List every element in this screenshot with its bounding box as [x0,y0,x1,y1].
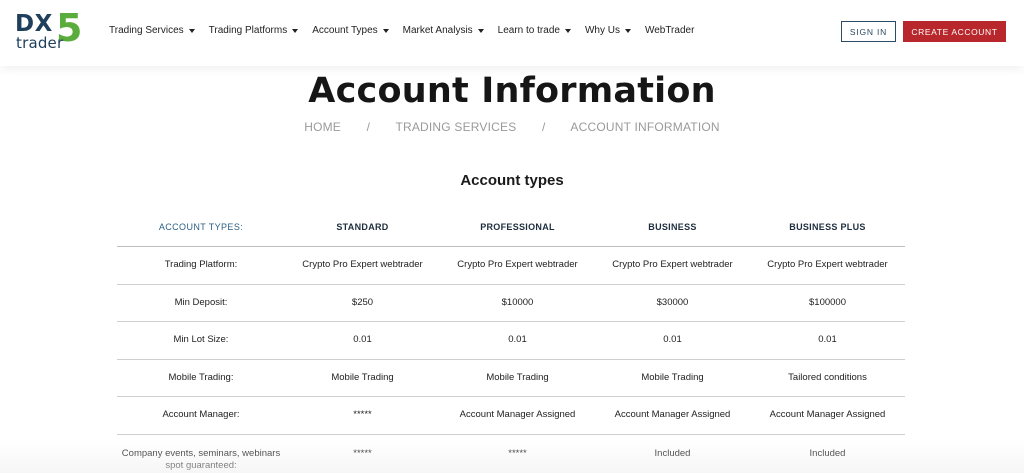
nav-trading-services[interactable]: Trading Services [109,25,195,36]
table-cell: Mobile Trading [641,371,704,383]
caret-down-icon [477,29,484,33]
row-label: Mobile Trading: [168,371,234,383]
breadcrumb-home[interactable]: HOME [304,120,341,134]
table-cell: ***** [353,447,372,459]
table-row: Min Lot Size: 0.01 0.01 0.01 0.01 [117,322,905,360]
nav-label: Learn to trade [497,25,560,36]
nav-label: Trading Services [109,25,184,36]
breadcrumb-separator: / [366,120,371,134]
logo-dx: DX [15,11,53,37]
create-account-button[interactable]: CREATE ACCOUNT [903,21,1006,42]
table-row: Account Manager: ***** Account Manager A… [117,397,905,435]
table-header-row: ACCOUNT TYPES: STANDARD PROFESSIONAL BUS… [117,207,905,247]
header-standard: STANDARD [336,221,389,232]
table-cell: $30000 [656,296,689,308]
nav-account-types[interactable]: Account Types [312,25,389,36]
header-business-plus: BUSINESS PLUS [789,221,866,232]
page-title: Account Information [308,71,716,111]
table-cell: $10000 [501,296,534,308]
section-title: Account types [460,172,564,189]
caret-down-icon [382,29,389,33]
site-header: DX 5 trader Trading Services Trading Pla… [0,0,1024,66]
nav-market-analysis[interactable]: Market Analysis [403,25,484,36]
table-cell: Included [654,447,691,459]
table-cell: Crypto Pro Expert webtrader [302,259,423,271]
table-row: Company events, seminars, webinars spot … [117,435,905,473]
dx5-trader-logo[interactable]: DX 5 trader [15,8,82,52]
nav-webtrader[interactable]: WebTrader [645,25,694,36]
account-types-table: ACCOUNT TYPES: STANDARD PROFESSIONAL BUS… [117,207,905,473]
table-cell: Account Manager Assigned [769,409,886,421]
nav-why-us[interactable]: Why Us [585,25,631,36]
table-cell: ***** [353,409,372,421]
breadcrumb-account-information: ACCOUNT INFORMATION [570,120,720,134]
caret-down-icon [624,29,631,33]
row-label: Company events, seminars, webinars spot … [121,447,281,471]
table-cell: Included [809,447,846,459]
breadcrumb: HOME / TRADING SERVICES / ACCOUNT INFORM… [0,120,1024,134]
table-cell: Mobile Trading [331,371,394,383]
table-row: Trading Platform: Crypto Pro Expert webt… [117,247,905,285]
table-cell: Crypto Pro Expert webtrader [457,259,578,271]
table-cell: Crypto Pro Expert webtrader [767,259,888,271]
header-business: BUSINESS [648,221,697,232]
table-cell: $100000 [809,296,846,308]
row-label: Min Deposit: [174,296,228,308]
breadcrumb-separator: / [542,120,546,134]
table-cell: 0.01 [818,334,837,346]
table-cell: Crypto Pro Expert webtrader [612,259,733,271]
nav-label: Account Types [312,25,378,36]
table-cell: 0.01 [353,334,372,346]
table-row: Mobile Trading: Mobile Trading Mobile Tr… [117,360,905,397]
nav-learn-to-trade[interactable]: Learn to trade [498,25,571,36]
table-cell: ***** [508,447,527,459]
row-label: Account Manager: [162,409,240,421]
table-cell: $250 [351,296,374,308]
header-professional: PROFESSIONAL [480,221,555,232]
nav-label: WebTrader [644,25,695,36]
table-cell: Account Manager Assigned [614,409,731,421]
table-row: Min Deposit: $250 $10000 $30000 $100000 [117,285,905,322]
table-cell: 0.01 [663,334,682,346]
table-cell: Tailored conditions [788,371,867,383]
table-cell: Mobile Trading [486,371,549,383]
row-label: Min Lot Size: [173,334,229,346]
row-label: Trading Platform: [164,259,238,271]
nav-label: Why Us [584,25,620,36]
caret-down-icon [564,29,571,33]
caret-down-icon [188,29,195,33]
table-cell: Account Manager Assigned [459,409,576,421]
nav-label: Trading Platforms [208,25,288,36]
header-account-types: ACCOUNT TYPES: [158,221,244,232]
logo-trader: trader [16,34,64,52]
caret-down-icon [292,29,299,33]
main-nav: Trading Services Trading Platforms Accou… [109,25,708,36]
table-cell: 0.01 [508,334,527,346]
nav-trading-platforms[interactable]: Trading Platforms [209,25,299,36]
sign-in-button[interactable]: SIGN IN [841,21,896,42]
breadcrumb-trading-services[interactable]: TRADING SERVICES [395,120,516,134]
nav-label: Market Analysis [402,25,473,36]
